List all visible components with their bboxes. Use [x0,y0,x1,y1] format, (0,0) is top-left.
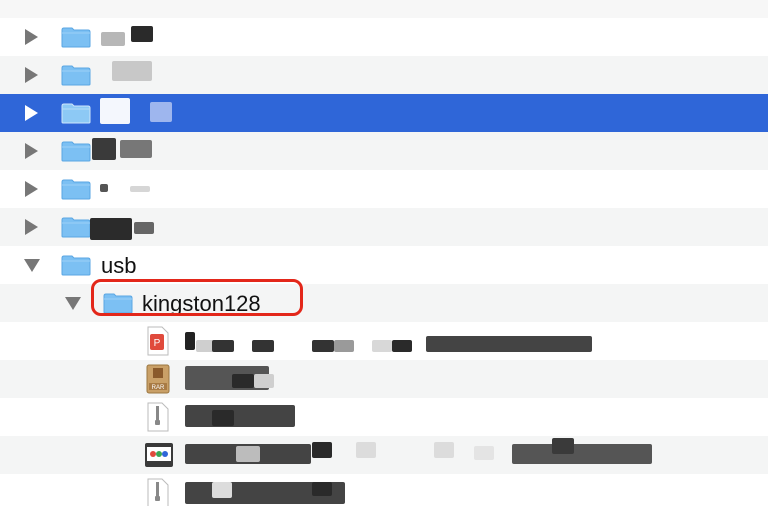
redacted-name [150,102,172,122]
redacted-name [254,374,274,388]
redacted-name [426,336,592,352]
redacted-name [512,444,652,464]
redacted-name [212,482,232,498]
folder-row[interactable] [0,56,768,94]
redacted-name [100,98,130,124]
finder-file-list: usb kingston128 P RAR [0,0,768,506]
redacted-name [232,374,254,388]
video-file-icon [145,443,173,467]
redacted-name [312,340,334,352]
redacted-name [312,482,332,496]
redacted-name [120,140,152,158]
redacted-name [90,218,132,240]
folder-icon [61,65,91,86]
disclosure-triangle-expanded-icon[interactable] [24,259,40,272]
redacted-name [372,340,392,352]
file-row[interactable] [0,436,768,474]
redacted-name [131,26,153,42]
file-row[interactable] [0,474,768,506]
redacted-name [312,442,332,458]
disclosure-triangle-collapsed-icon[interactable] [25,67,38,83]
folder-icon [61,217,91,238]
redacted-name [434,442,454,458]
redacted-name [334,340,354,352]
folder-row[interactable] [0,18,768,56]
rar-archive-icon: RAR [146,364,170,394]
redacted-name [252,340,274,352]
redacted-name [185,405,295,427]
folder-row[interactable] [0,132,768,170]
annotation-highlight-box [91,279,303,316]
zip-file-icon [147,478,169,506]
redacted-name [185,332,195,350]
redacted-name [92,138,116,160]
zip-file-icon [147,402,169,432]
redacted-name [356,442,376,458]
folder-icon [61,141,91,162]
redacted-name [552,438,574,454]
folder-icon [61,27,91,48]
folder-row[interactable] [0,208,768,246]
redacted-name [101,32,125,46]
redacted-name [236,446,260,462]
file-row[interactable]: RAR [0,360,768,398]
folder-icon [61,179,91,200]
disclosure-triangle-collapsed-icon[interactable] [25,105,38,121]
disclosure-triangle-expanded-icon[interactable] [65,297,81,310]
redacted-name [212,340,234,352]
redacted-name [100,184,108,192]
svg-text:RAR: RAR [152,385,165,391]
folder-icon [61,103,91,124]
redacted-name [130,186,150,192]
redacted-name [212,410,234,426]
svg-text:P: P [154,338,161,349]
folder-row[interactable] [0,170,768,208]
file-row[interactable]: P [0,322,768,360]
disclosure-triangle-collapsed-icon[interactable] [25,181,38,197]
redacted-name [474,446,494,460]
folder-row-selected[interactable] [0,94,768,132]
file-row[interactable] [0,398,768,436]
redacted-name [112,61,152,81]
list-header-strip [0,0,768,19]
redacted-name [392,340,412,352]
disclosure-triangle-collapsed-icon[interactable] [25,219,38,235]
redacted-name [134,222,154,234]
disclosure-triangle-collapsed-icon[interactable] [25,29,38,45]
disclosure-triangle-collapsed-icon[interactable] [25,143,38,159]
pdf-file-icon: P [147,326,169,356]
folder-icon [61,255,91,276]
folder-name: usb [101,253,137,278]
